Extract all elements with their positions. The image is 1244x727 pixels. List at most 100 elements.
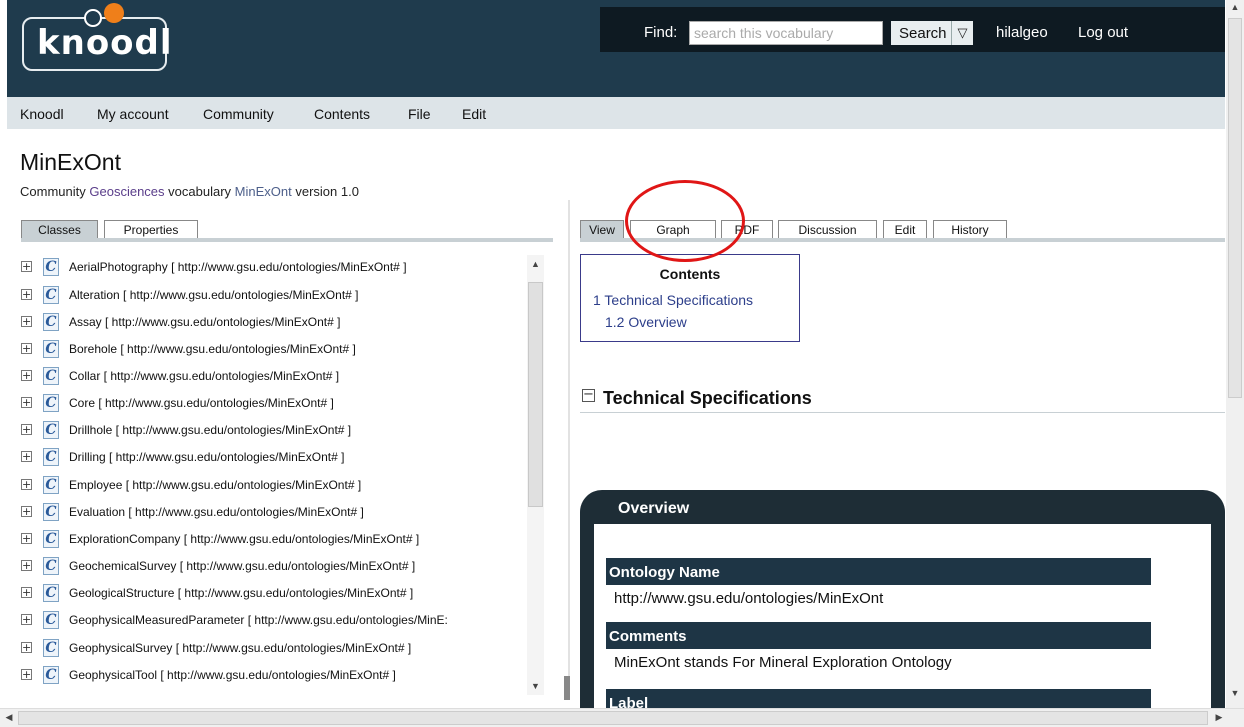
list-item[interactable]: + C Collar [ http://www.gsu.edu/ontologies… — [21, 367, 551, 387]
scrollbar-thumb[interactable] — [18, 711, 1208, 725]
class-label[interactable]: GeophysicalSurvey [ http://www.gsu.edu/o… — [69, 641, 411, 655]
search-button[interactable]: Search — [891, 21, 951, 45]
field-label-ontology-name: Ontology Name — [606, 558, 1151, 585]
class-label[interactable]: Assay [ http://www.gsu.edu/ontologies/Mi… — [69, 315, 340, 329]
scroll-up-icon[interactable]: ▲ — [527, 259, 544, 269]
list-item[interactable]: + C Drilling [ http://www.gsu.edu/ontologi… — [21, 448, 551, 468]
class-icon: C — [43, 340, 59, 358]
list-item[interactable]: + C ExplorationCompany [ http://www.gsu.ed… — [21, 530, 551, 550]
window-horizontal-scrollbar[interactable]: ◀ ▶ — [0, 708, 1244, 727]
class-label[interactable]: Collar [ http://www.gsu.edu/ontologies/M… — [69, 369, 339, 383]
subtitle-suffix: version 1.0 — [295, 184, 359, 199]
search-dropdown-icon[interactable]: ▽ — [951, 21, 973, 45]
class-list-scrollbar[interactable]: ▲ ▼ — [527, 255, 544, 695]
expand-icon[interactable]: + — [21, 560, 32, 571]
expand-icon[interactable]: + — [21, 587, 32, 598]
tab-classes[interactable]: Classes — [21, 220, 98, 238]
expand-icon[interactable]: + — [21, 642, 32, 653]
list-item[interactable]: + C AerialPhotography [ http://www.gsu.edu… — [21, 258, 551, 278]
expand-icon[interactable]: + — [21, 479, 32, 490]
expand-icon[interactable]: + — [21, 533, 32, 544]
menu-item-contents[interactable]: Contents — [314, 106, 370, 122]
class-label[interactable]: ExplorationCompany [ http://www.gsu.edu/… — [69, 532, 419, 546]
menu-item-edit[interactable]: Edit — [462, 106, 486, 122]
class-label[interactable]: Borehole [ http://www.gsu.edu/ontologies… — [69, 342, 356, 356]
section-divider — [580, 412, 1225, 413]
class-label[interactable]: GeophysicalTool [ http://www.gsu.edu/ont… — [69, 668, 396, 682]
tab-discussion[interactable]: Discussion — [778, 220, 877, 238]
list-item[interactable]: + C GeophysicalSurvey [ http://www.gsu.edu… — [21, 639, 551, 659]
class-label[interactable]: Evaluation [ http://www.gsu.edu/ontologi… — [69, 505, 364, 519]
tab-history[interactable]: History — [933, 220, 1007, 238]
pane-divider-grip[interactable] — [564, 676, 570, 700]
tab-view[interactable]: View — [580, 220, 624, 238]
class-label[interactable]: GeologicalStructure [ http://www.gsu.edu… — [69, 586, 413, 600]
toc-link-overview[interactable]: 1.2 Overview — [605, 314, 687, 330]
expand-icon[interactable]: + — [21, 424, 32, 435]
contents-title: Contents — [659, 266, 721, 282]
list-item[interactable]: + C Evaluation [ http://www.gsu.edu/ontolo… — [21, 503, 551, 523]
menu-item-community[interactable]: Community — [203, 106, 274, 122]
scrollbar-thumb[interactable] — [528, 282, 543, 507]
class-icon: C — [43, 639, 59, 657]
class-icon: C — [43, 503, 59, 521]
class-label[interactable]: Core [ http://www.gsu.edu/ontologies/Min… — [69, 396, 334, 410]
class-icon: C — [43, 476, 59, 494]
expand-icon[interactable]: + — [21, 289, 32, 300]
username-link[interactable]: hilalgeo — [996, 24, 1048, 41]
tab-properties[interactable]: Properties — [104, 220, 198, 238]
list-item[interactable]: + C GeologicalStructure [ http://www.gsu.e… — [21, 584, 551, 604]
list-item[interactable]: + C Alteration [ http://www.gsu.edu/ontolo… — [21, 286, 551, 306]
expand-icon[interactable]: + — [21, 451, 32, 462]
list-item[interactable]: + C Employee [ http://www.gsu.edu/ontologi… — [21, 476, 551, 496]
tab-edit[interactable]: Edit — [883, 220, 927, 238]
expand-icon[interactable]: + — [21, 343, 32, 354]
expand-icon[interactable]: + — [21, 370, 32, 381]
class-label[interactable]: Drilling [ http://www.gsu.edu/ontologies… — [69, 450, 344, 464]
list-item[interactable]: + C GeophysicalTool [ http://www.gsu.edu/o… — [21, 666, 551, 686]
expand-icon[interactable]: + — [21, 397, 32, 408]
expand-icon[interactable]: + — [21, 316, 32, 327]
search-input[interactable] — [689, 21, 883, 45]
menu-item-my-account[interactable]: My account — [97, 106, 169, 122]
app-page: knoodl Find: Search ▽ hilalgeo Log out K… — [7, 0, 1225, 708]
expand-icon[interactable]: + — [21, 669, 32, 680]
list-item[interactable]: + C GeochemicalSurvey [ http://www.gsu.edu… — [21, 557, 551, 577]
overview-panel: Overview Ontology Name http://www.gsu.ed… — [580, 490, 1225, 708]
scroll-left-icon[interactable]: ◀ — [4, 712, 14, 723]
expand-icon[interactable]: + — [21, 261, 32, 272]
scroll-right-icon[interactable]: ▶ — [1214, 712, 1224, 723]
community-link[interactable]: Geosciences — [89, 184, 164, 199]
expand-icon[interactable]: + — [21, 614, 32, 625]
menu-item-knoodl[interactable]: Knoodl — [20, 106, 64, 122]
list-item[interactable]: + C Borehole [ http://www.gsu.edu/ontologi… — [21, 340, 551, 360]
class-label[interactable]: GeophysicalMeasuredParameter [ http://ww… — [69, 613, 448, 627]
subtitle-prefix: Community — [20, 184, 86, 199]
list-item[interactable]: + C Drillhole [ http://www.gsu.edu/ontolog… — [21, 421, 551, 441]
knoodl-logo[interactable]: knoodl — [22, 3, 172, 71]
class-label[interactable]: Alteration [ http://www.gsu.edu/ontologi… — [69, 288, 359, 302]
class-label[interactable]: Drillhole [ http://www.gsu.edu/ontologie… — [69, 423, 351, 437]
list-item[interactable]: + C Core [ http://www.gsu.edu/ontologies/M… — [21, 394, 551, 414]
vocabulary-link[interactable]: MinExOnt — [235, 184, 292, 199]
menu-item-file[interactable]: File — [408, 106, 431, 122]
class-icon: C — [43, 258, 59, 276]
left-tab-underline — [21, 238, 553, 242]
toc-link-technical-specifications[interactable]: 1 Technical Specifications — [593, 292, 753, 308]
scroll-up-icon[interactable]: ▲ — [1226, 2, 1244, 12]
pane-divider[interactable] — [568, 200, 570, 690]
collapse-icon[interactable]: − — [582, 388, 595, 402]
class-label[interactable]: AerialPhotography [ http://www.gsu.edu/o… — [69, 260, 407, 274]
field-value-comments: MinExOnt stands For Mineral Exploration … — [614, 654, 952, 671]
list-item[interactable]: + C GeophysicalMeasuredParameter [ http://… — [21, 611, 551, 631]
class-icon: C — [43, 448, 59, 466]
class-label[interactable]: GeochemicalSurvey [ http://www.gsu.edu/o… — [69, 559, 415, 573]
scrollbar-thumb[interactable] — [1228, 18, 1242, 398]
logout-link[interactable]: Log out — [1078, 24, 1128, 41]
list-item[interactable]: + C Assay [ http://www.gsu.edu/ontologies/… — [21, 313, 551, 333]
scroll-down-icon[interactable]: ▼ — [527, 681, 544, 691]
class-label[interactable]: Employee [ http://www.gsu.edu/ontologies… — [69, 478, 361, 492]
scroll-down-icon[interactable]: ▼ — [1226, 688, 1244, 698]
expand-icon[interactable]: + — [21, 506, 32, 517]
window-vertical-scrollbar[interactable]: ▲ ▼ — [1226, 0, 1244, 708]
